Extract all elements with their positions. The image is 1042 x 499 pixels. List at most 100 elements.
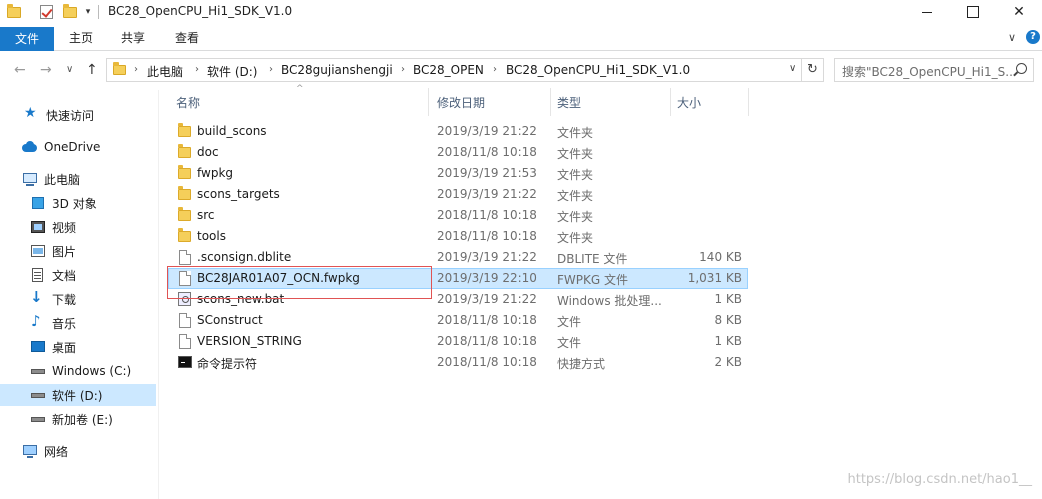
- file-date: 2019/3/19 21:22: [437, 187, 537, 201]
- column-header-name[interactable]: 名称: [176, 94, 200, 111]
- sidebar-item-3d-objects[interactable]: 3D 对象: [0, 192, 156, 214]
- document-icon: [30, 268, 46, 282]
- desktop-icon: [30, 340, 46, 354]
- file-type: 文件: [557, 336, 582, 350]
- list-item[interactable]: .sconsign.dblite 2019/3/19 21:22 DBLITE …: [168, 247, 748, 268]
- column-header-type[interactable]: 类型: [557, 94, 581, 111]
- breadcrumb-current-folder[interactable]: BC28_OpenCPU_Hi1_SDK_V1.0: [506, 63, 690, 77]
- help-icon[interactable]: ?: [1026, 30, 1040, 44]
- list-item[interactable]: VERSION_STRING 2018/11/8 10:18 文件 1 KB: [168, 331, 748, 352]
- navigation-pane: ★ 快速访问 OneDrive 此电脑 3D 对象 视频 图片 文档 ↓ 下载 …: [0, 90, 158, 499]
- sidebar-item-label: 网络: [44, 444, 69, 459]
- recent-locations-dropdown[interactable]: ∨: [66, 64, 73, 75]
- sidebar-item-drive-c[interactable]: Windows (C:): [0, 360, 156, 382]
- crumb-separator: ›: [269, 64, 273, 75]
- file-size: 8 KB: [714, 313, 742, 327]
- crumb-separator: ›: [493, 64, 497, 75]
- list-item[interactable]: src 2018/11/8 10:18 文件夹: [168, 205, 748, 226]
- window-title: BC28_OpenCPU_Hi1_SDK_V1.0: [108, 4, 293, 18]
- file-name: VERSION_STRING: [197, 334, 302, 348]
- file-type: 文件夹: [557, 231, 594, 245]
- sidebar-item-this-pc[interactable]: 此电脑: [0, 168, 156, 190]
- forward-button[interactable]: →: [40, 62, 52, 78]
- refresh-button[interactable]: ↻: [802, 58, 824, 82]
- drive-icon: [30, 364, 46, 378]
- file-date: 2018/11/8 10:18: [437, 208, 537, 222]
- breadcrumb-bc28-open[interactable]: BC28_OPEN: [413, 63, 484, 77]
- file-size: 1,031 KB: [687, 271, 742, 285]
- column-divider[interactable]: [550, 88, 551, 116]
- sidebar-item-desktop[interactable]: 桌面: [0, 336, 156, 358]
- tab-home[interactable]: 主页: [60, 26, 102, 50]
- sidebar-item-music[interactable]: ♪ 音乐: [0, 312, 156, 334]
- column-header-date[interactable]: 修改日期: [437, 94, 485, 111]
- file-name: fwpkg: [197, 166, 234, 180]
- list-item[interactable]: build_scons 2019/3/19 21:22 文件夹: [168, 121, 748, 142]
- breadcrumb-this-pc[interactable]: 此电脑: [147, 63, 183, 80]
- sidebar-item-videos[interactable]: 视频: [0, 216, 156, 238]
- search-icon[interactable]: [1016, 63, 1027, 74]
- breadcrumb-bc28gujianshengji[interactable]: BC28gujianshengji: [281, 63, 393, 77]
- pane-divider: [158, 90, 159, 499]
- expand-ribbon-icon[interactable]: ∨: [1008, 31, 1016, 44]
- properties-icon[interactable]: [38, 3, 54, 21]
- drive-icon: [30, 388, 46, 402]
- column-divider[interactable]: [670, 88, 671, 116]
- file-name: 命令提示符: [197, 357, 258, 371]
- sidebar-item-label: 下载: [52, 292, 77, 307]
- tab-share[interactable]: 共享: [112, 26, 154, 50]
- tab-file[interactable]: 文件: [0, 27, 54, 51]
- file-date: 2018/11/8 10:18: [437, 334, 537, 348]
- sidebar-item-onedrive[interactable]: OneDrive: [0, 136, 156, 158]
- file-size: 1 KB: [714, 292, 742, 306]
- list-item[interactable]: fwpkg 2019/3/19 21:53 文件夹: [168, 163, 748, 184]
- folder-icon: [178, 123, 191, 137]
- sidebar-item-documents[interactable]: 文档: [0, 264, 156, 286]
- sidebar-item-label: 视频: [52, 220, 77, 235]
- file-type: FWPKG 文件: [557, 273, 628, 287]
- folder-icon[interactable]: [6, 3, 22, 21]
- file-name: doc: [197, 145, 219, 159]
- file-type: 文件夹: [557, 189, 594, 203]
- sidebar-item-network[interactable]: 网络: [0, 440, 156, 462]
- sidebar-item-drive-d[interactable]: 软件 (D:): [0, 384, 156, 406]
- sidebar-item-quick-access[interactable]: ★ 快速访问: [0, 104, 156, 126]
- sidebar-item-pictures[interactable]: 图片: [0, 240, 156, 262]
- up-button[interactable]: ↑: [86, 62, 98, 78]
- list-item[interactable]: 命令提示符 2018/11/8 10:18 快捷方式 2 KB: [168, 352, 748, 373]
- customize-quick-access-dropdown[interactable]: ▾: [82, 3, 94, 21]
- back-button[interactable]: ←: [14, 62, 26, 78]
- star-icon: ★: [24, 105, 37, 121]
- column-divider[interactable]: [748, 88, 749, 116]
- column-divider[interactable]: [428, 88, 429, 116]
- maximize-button[interactable]: [950, 0, 996, 24]
- file-date: 2018/11/8 10:18: [437, 229, 537, 243]
- sidebar-item-downloads[interactable]: ↓ 下载: [0, 288, 156, 310]
- sidebar-item-drive-e[interactable]: 新加卷 (E:): [0, 408, 156, 430]
- sidebar-item-label: 快速访问: [46, 108, 95, 123]
- close-button[interactable]: ✕: [996, 0, 1042, 24]
- address-bar[interactable]: › 此电脑 › 软件 (D:) › BC28gujianshengji › BC…: [106, 58, 802, 82]
- file-type: 文件夹: [557, 126, 594, 140]
- list-item[interactable]: scons_targets 2019/3/19 21:22 文件夹: [168, 184, 748, 205]
- breadcrumb-drive-d[interactable]: 软件 (D:): [207, 63, 257, 80]
- column-header-size[interactable]: 大小: [677, 94, 701, 111]
- column-headers: ^ 名称 修改日期 类型 大小: [168, 84, 749, 116]
- list-item[interactable]: SConstruct 2018/11/8 10:18 文件 8 KB: [168, 310, 748, 331]
- search-box[interactable]: 搜索"BC28_OpenCPU_Hi1_S...: [834, 58, 1034, 82]
- address-history-dropdown[interactable]: ∨: [789, 63, 796, 74]
- new-folder-icon[interactable]: [62, 3, 78, 21]
- file-date: 2019/3/19 21:53: [437, 166, 537, 180]
- tab-view[interactable]: 查看: [166, 26, 208, 50]
- list-item[interactable]: doc 2018/11/8 10:18 文件夹: [168, 142, 748, 163]
- list-item[interactable]: tools 2018/11/8 10:18 文件夹: [168, 226, 748, 247]
- search-input[interactable]: 搜索"BC28_OpenCPU_Hi1_S...: [842, 63, 1012, 80]
- file-date: 2019/3/19 21:22: [437, 250, 537, 264]
- file-name: build_scons: [197, 124, 267, 138]
- file-date: 2018/11/8 10:18: [437, 355, 537, 369]
- file-type: Windows 批处理...: [557, 294, 662, 308]
- file-size: 140 KB: [699, 250, 742, 264]
- minimize-button[interactable]: [904, 0, 950, 24]
- crumb-separator: ›: [195, 64, 199, 75]
- file-date: 2019/3/19 21:22: [437, 124, 537, 138]
